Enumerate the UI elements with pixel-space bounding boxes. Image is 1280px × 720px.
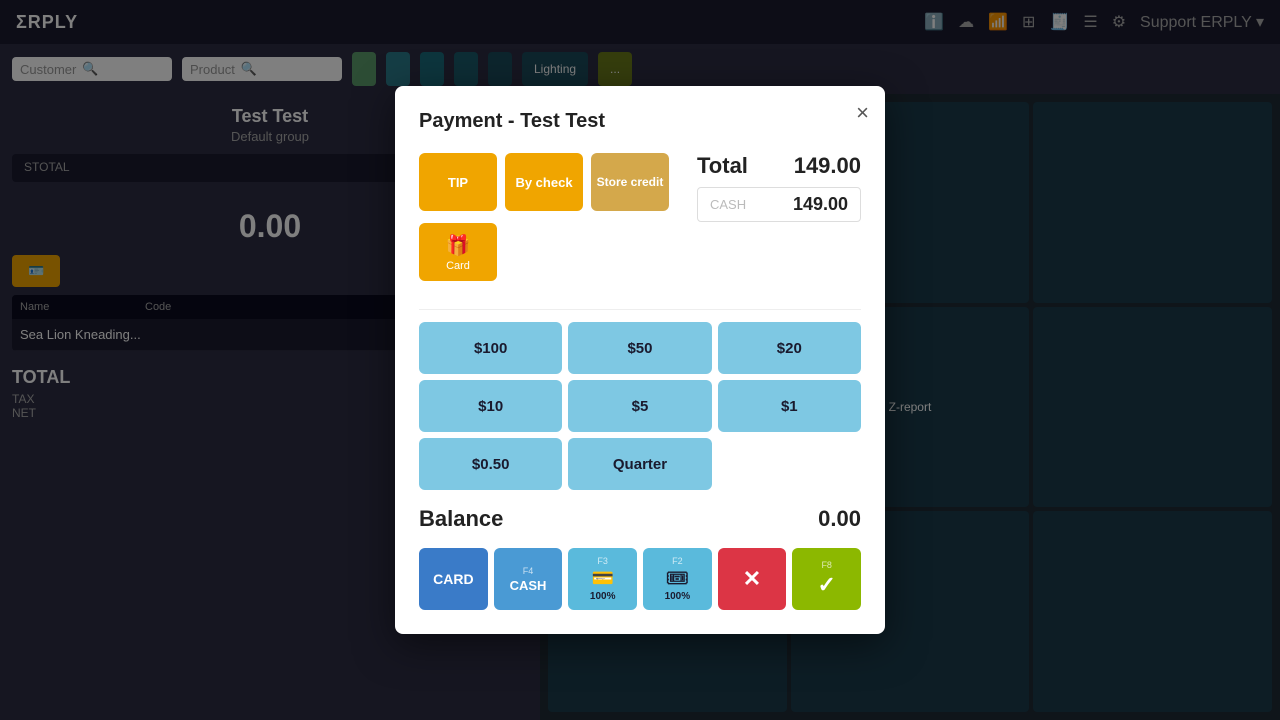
credit-fkey: F3 [597,556,608,566]
confirm-icon: ✓ [817,572,835,598]
denom-5[interactable]: $5 [568,380,711,432]
modal-close-button[interactable]: × [856,102,869,124]
total-section: Total 149.00 CASH 149.00 [697,153,861,293]
modal-total-row: Total 149.00 [697,153,861,179]
modal-title: Payment - Test Test [419,110,861,133]
cash-field-label: CASH [710,197,793,212]
cancel-icon: ✕ [743,566,761,592]
voucher-button[interactable]: F2 🎟 100% [643,548,712,610]
credit-card-button[interactable]: F3 💳 100% [568,548,637,610]
modal-total-label: Total [697,153,748,179]
gift-card-row: 🎁 Card [419,223,669,281]
cash-fkey: F4 [523,566,534,576]
voucher-fkey: F2 [672,556,683,566]
payment-method-section: TIP By check Store credit 🎁 Card [419,153,669,293]
gift-card-label: Card [446,260,470,272]
store-credit-button[interactable]: Store credit [591,153,669,211]
modal-actions: CARD F4 CASH F3 💳 100% F2 🎟 100% ✕ [419,548,861,610]
gift-icon: 🎁 [446,233,471,258]
cash-input-row[interactable]: CASH 149.00 [697,187,861,222]
denom-100[interactable]: $100 [419,322,562,374]
gift-card-button[interactable]: 🎁 Card [419,223,497,281]
denom-050[interactable]: $0.50 [419,438,562,490]
modal-overlay[interactable]: Payment - Test Test × TIP By check Store… [0,0,1280,720]
balance-label: Balance [419,506,503,532]
card-payment-label: CARD [433,571,473,587]
payment-modal: Payment - Test Test × TIP By check Store… [395,86,885,634]
card-payment-button[interactable]: CARD [419,548,488,610]
denom-quarter[interactable]: Quarter [568,438,711,490]
confirm-button[interactable]: F8 ✓ [792,548,861,610]
denom-10[interactable]: $10 [419,380,562,432]
cancel-button[interactable]: ✕ [718,548,787,610]
denom-1[interactable]: $1 [718,380,861,432]
modal-separator [419,309,861,310]
credit-icon: 💳 [591,568,613,589]
cash-payment-label: CASH [510,578,547,593]
denomination-grid: $100 $50 $20 $10 $5 $1 $0.50 Quarter [419,322,861,490]
modal-top: TIP By check Store credit 🎁 Card Total 1… [419,153,861,293]
voucher-icon: 🎟 [666,568,689,589]
bycheck-button[interactable]: By check [505,153,583,211]
denom-50[interactable]: $50 [568,322,711,374]
denom-empty [718,438,861,490]
voucher-pct: 100% [665,591,691,602]
balance-value: 0.00 [818,506,861,532]
cash-payment-button[interactable]: F4 CASH [494,548,563,610]
cash-field-value: 149.00 [793,194,848,215]
balance-row: Balance 0.00 [419,502,861,536]
confirm-fkey: F8 [821,560,832,570]
modal-total-value: 149.00 [794,153,861,179]
credit-pct: 100% [590,591,616,602]
tip-button[interactable]: TIP [419,153,497,211]
denom-20[interactable]: $20 [718,322,861,374]
payment-methods-row: TIP By check Store credit [419,153,669,211]
